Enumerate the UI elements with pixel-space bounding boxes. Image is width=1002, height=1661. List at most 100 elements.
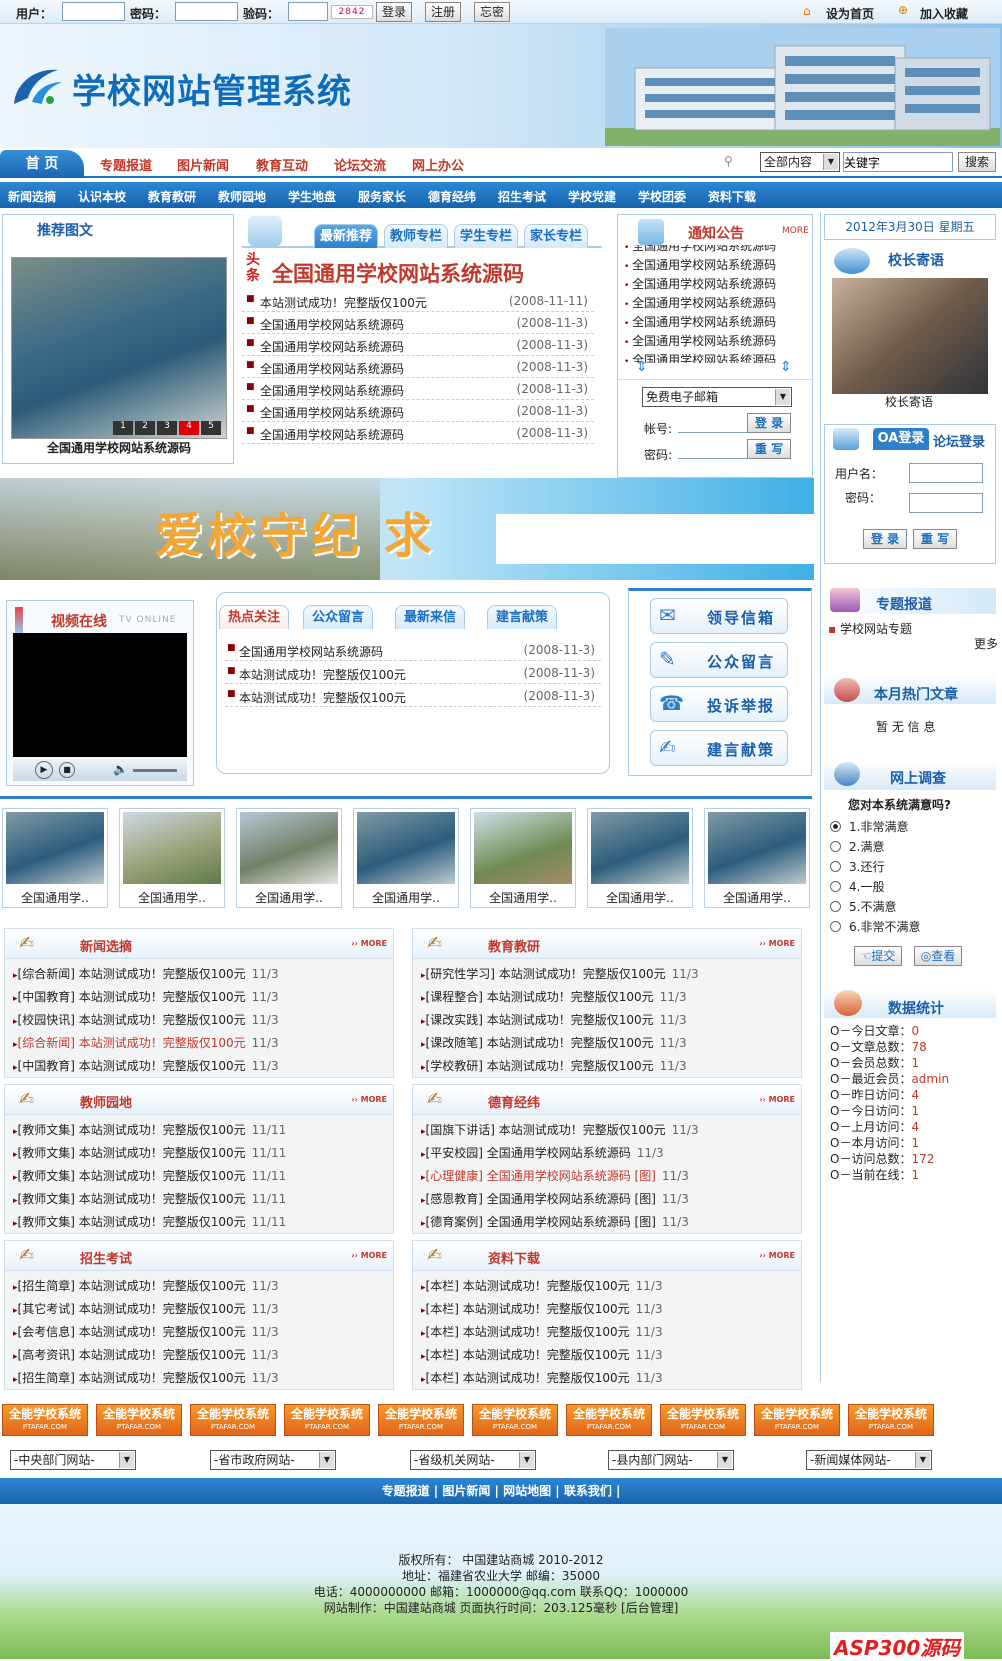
ad-banner[interactable]: 全能学校系统 PTAFAR.COM (284, 1404, 370, 1436)
video-player[interactable] (13, 633, 187, 757)
mail-login-button[interactable]: 登 录 (747, 413, 791, 433)
footer-link-topics[interactable]: 专题报道 (382, 1484, 430, 1498)
stop-icon[interactable]: ■ (59, 762, 75, 778)
section-row[interactable]: ▸[其它考试] 本站测试成功！完整版仅100元 11/3 (13, 1300, 279, 1317)
section-row[interactable]: ▸[教师文集] 本站测试成功！完整版仅100元 11/11 (13, 1121, 286, 1138)
hot-row[interactable]: ■ 本站测试成功！完整版仅100元 (2008-11-3) (225, 687, 601, 707)
volume-icon[interactable]: 🔈 (113, 762, 128, 776)
section-row[interactable]: ▸[教师文集] 本站测试成功！完整版仅100元 11/11 (13, 1167, 286, 1184)
play-icon[interactable]: ▶ (35, 761, 53, 779)
suggestion-button[interactable]: ✍ 建言献策 (650, 730, 788, 766)
photo-thumb[interactable]: 全国通用学.. (236, 808, 342, 908)
section-row[interactable]: ▸[德育案例] 全国通用学校网站系统源码 [图] 11/3 (421, 1213, 689, 1230)
leader-mailbox-button[interactable]: ✉ 领导信箱 (650, 598, 788, 634)
nav-home-tab[interactable]: 首 页 (0, 150, 84, 178)
tab-latest-letters[interactable]: 最新来信 (395, 605, 465, 629)
photo-thumb[interactable]: 全国通用学.. (2, 808, 108, 908)
section-row[interactable]: ▸[中国教育] 本站测试成功！完整版仅100元 11/3 (13, 1057, 279, 1074)
friend-link-select[interactable]: -新闻媒体网站- (806, 1450, 932, 1470)
survey-option[interactable]: 6.非常不满意 (830, 918, 920, 935)
forum-login-tab[interactable]: 论坛登录 (933, 431, 985, 450)
notice-row[interactable]: • 全国通用学校网站系统源码 (624, 332, 776, 349)
tab-student-column[interactable]: 学生专栏 (454, 224, 518, 248)
survey-submit-button[interactable]: ☜提交 (854, 946, 902, 966)
subnav-item-downloads[interactable]: 资料下载 (708, 188, 756, 205)
recommend-caption[interactable]: 全国通用学校网站系统源码 (11, 439, 227, 456)
latest-row[interactable]: ■ 本站测试成功！完整版仅100元 (2008-11-11) (242, 292, 594, 312)
search-scope-select[interactable]: 全部内容 (760, 152, 840, 172)
nav-link-topics[interactable]: 专题报道 (100, 155, 152, 174)
mail-reset-button[interactable]: 重 写 (747, 439, 791, 459)
ad-banner[interactable]: 全能学校系统 PTAFAR.COM (754, 1404, 840, 1436)
nav-link-interaction[interactable]: 教育互动 (256, 155, 308, 174)
oa-reset-button[interactable]: 重 写 (913, 529, 957, 549)
section-row[interactable]: ▸[校园快讯] 本站测试成功！完整版仅100元 11/3 (13, 1011, 279, 1028)
radio-button[interactable] (830, 901, 841, 912)
friend-link-select[interactable]: -县内部门网站- (608, 1450, 734, 1470)
section-row[interactable]: ▸[会考信息] 本站测试成功！完整版仅100元 11/3 (13, 1323, 279, 1340)
hot-row[interactable]: ■ 本站测试成功！完整版仅100元 (2008-11-3) (225, 664, 601, 684)
radio-button[interactable] (830, 861, 841, 872)
survey-option[interactable]: 5.不满意 (830, 898, 896, 915)
add-favorite-link[interactable]: 加入收藏 (920, 5, 968, 22)
section-row[interactable]: ▸[课改随笔] 本站测试成功！完整版仅100元 11/3 (421, 1034, 687, 1051)
section-more-link[interactable]: ›› MORE (759, 939, 795, 948)
oa-username-input[interactable] (909, 463, 983, 483)
section-row[interactable]: ▸[研究性学习] 本站测试成功！完整版仅100元 11/3 (421, 965, 699, 982)
headline[interactable]: 全国通用学校网站系统源码 (272, 258, 524, 288)
pager-2[interactable]: 2 (135, 421, 155, 435)
ad-banner[interactable]: 全能学校系统 PTAFAR.COM (472, 1404, 558, 1436)
tab-teacher-column[interactable]: 教师专栏 (384, 224, 448, 248)
subnav-item-moral[interactable]: 德育经纬 (428, 188, 476, 205)
section-row[interactable]: ▸[国旗下讲话] 本站测试成功！完整版仅100元 11/3 (421, 1121, 699, 1138)
section-row[interactable]: ▸[本栏] 本站测试成功！完整版仅100元 11/3 (421, 1369, 663, 1386)
photo-thumb[interactable]: 全国通用学.. (587, 808, 693, 908)
login-button[interactable]: 登录 (376, 2, 412, 22)
latest-row[interactable]: ■ 全国通用学校网站系统源码 (2008-11-3) (242, 336, 594, 356)
notice-more-link[interactable]: MORE (782, 226, 809, 236)
subnav-item-league[interactable]: 学校团委 (638, 188, 686, 205)
section-row[interactable]: ▸[中国教育] 本站测试成功！完整版仅100元 11/3 (13, 988, 279, 1005)
pager-3[interactable]: 3 (157, 421, 177, 435)
mail-select[interactable]: 免费电子邮箱 (642, 387, 792, 407)
section-row[interactable]: ▸[平安校园] 全国通用学校网站系统源码 11/3 (421, 1144, 664, 1161)
mail-password-input[interactable] (678, 441, 756, 459)
notice-row[interactable]: • 全国通用学校网站系统源码 (624, 313, 776, 330)
section-row[interactable]: ▸[学校教研] 本站测试成功！完整版仅100元 11/3 (421, 1057, 687, 1074)
subnav-item-students[interactable]: 学生地盘 (288, 188, 336, 205)
search-button[interactable]: 搜索 (958, 152, 996, 172)
notice-row[interactable]: • 全国通用学校网站系统源码 (624, 275, 776, 292)
pager-1[interactable]: 1 (113, 421, 133, 435)
footer-link-sitemap[interactable]: 网站地图 (503, 1484, 551, 1498)
subnav-item-parents[interactable]: 服务家长 (358, 188, 406, 205)
tab-parent-column[interactable]: 家长专栏 (524, 224, 588, 248)
footer-link-photo-news[interactable]: 图片新闻 (442, 1484, 490, 1498)
radio-button[interactable] (830, 921, 841, 932)
latest-row[interactable]: ■ 全国通用学校网站系统源码 (2008-11-3) (242, 314, 594, 334)
latest-row[interactable]: ■ 全国通用学校网站系统源码 (2008-11-3) (242, 402, 594, 422)
scroll-up-icon[interactable]: ⇕ (636, 359, 648, 375)
tab-latest[interactable]: 最新推荐 (314, 224, 378, 248)
tab-hot-focus[interactable]: 热点关注 (219, 605, 289, 629)
section-row[interactable]: ▸[本栏] 本站测试成功！完整版仅100元 11/3 (421, 1323, 663, 1340)
register-button[interactable]: 注册 (425, 2, 461, 22)
nav-link-forum[interactable]: 论坛交流 (334, 155, 386, 174)
ad-banner[interactable]: 全能学校系统 PTAFAR.COM (378, 1404, 464, 1436)
section-row[interactable]: ▸[综合新闻] 本站测试成功！完整版仅100元 11/3 (13, 1034, 279, 1051)
section-more-link[interactable]: ›› MORE (759, 1095, 795, 1104)
hot-row[interactable]: ■ 全国通用学校网站系统源码 (2008-11-3) (225, 641, 601, 661)
complaint-button[interactable]: ☎ 投诉举报 (650, 686, 788, 722)
volume-slider[interactable] (133, 769, 177, 772)
nav-link-photo-news[interactable]: 图片新闻 (177, 155, 229, 174)
section-row[interactable]: ▸[本栏] 本站测试成功！完整版仅100元 11/3 (421, 1300, 663, 1317)
ad-banner[interactable]: 全能学校系统 PTAFAR.COM (190, 1404, 276, 1436)
subnav-item-teachers[interactable]: 教师园地 (218, 188, 266, 205)
section-row[interactable]: ▸[课改实践] 本站测试成功！完整版仅100元 11/3 (421, 1011, 687, 1028)
public-message-button[interactable]: ✎ 公众留言 (650, 642, 788, 678)
photo-thumb[interactable]: 全国通用学.. (704, 808, 810, 908)
ad-banner[interactable]: 全能学校系统 PTAFAR.COM (660, 1404, 746, 1436)
subnav-item-news[interactable]: 新闻选摘 (8, 188, 56, 205)
pager-4[interactable]: 4 (179, 421, 199, 435)
password-input[interactable] (175, 2, 238, 21)
tab-suggestions[interactable]: 建言献策 (487, 605, 557, 629)
